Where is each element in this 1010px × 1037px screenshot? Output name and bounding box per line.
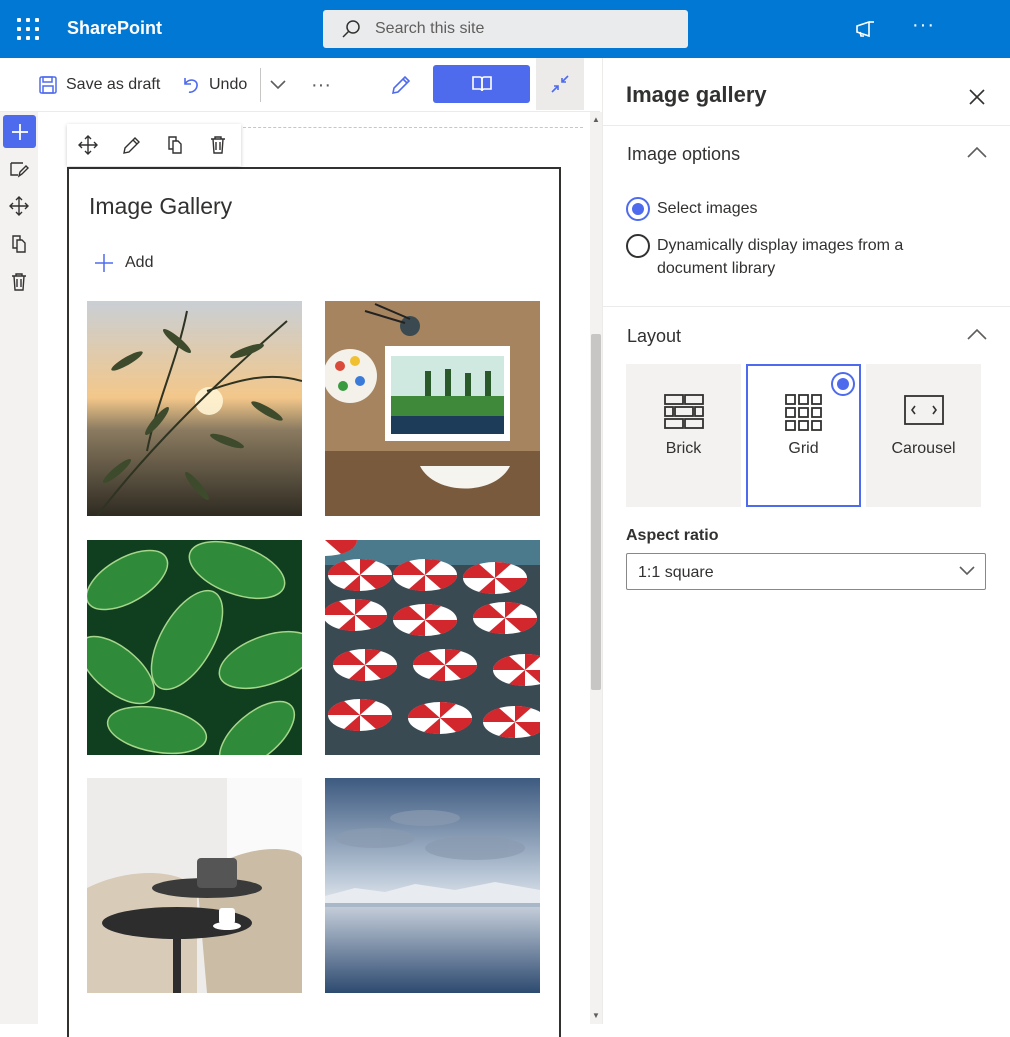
app-launcher-icon[interactable] xyxy=(14,15,42,43)
brand-name[interactable]: SharePoint xyxy=(67,18,162,39)
copy-icon xyxy=(12,235,26,253)
chevron-up-icon[interactable] xyxy=(966,145,988,159)
duplicate-section-button[interactable] xyxy=(6,231,32,257)
undo-dropdown-button[interactable] xyxy=(270,58,294,112)
image-options-heading[interactable]: Image options xyxy=(627,144,740,165)
radio-button[interactable] xyxy=(626,197,650,221)
layout-label: Grid xyxy=(788,440,819,457)
edit-button[interactable] xyxy=(390,58,420,112)
scroll-down-icon[interactable]: ▼ xyxy=(592,1011,600,1020)
megaphone-icon[interactable] xyxy=(854,19,878,39)
gallery-image-leaves[interactable] xyxy=(87,540,302,755)
move-icon xyxy=(78,135,98,155)
radio-label: Dynamically display images from a docume… xyxy=(657,237,904,277)
chevron-down-icon xyxy=(270,80,286,90)
duplicate-webpart-button[interactable] xyxy=(163,133,187,157)
pencil-icon xyxy=(391,75,411,95)
book-icon xyxy=(471,76,492,92)
more-commands-button[interactable]: ··· xyxy=(311,58,331,112)
collapse-button[interactable] xyxy=(536,58,584,110)
brick-layout-icon xyxy=(663,394,704,429)
webpart-toolbar xyxy=(67,124,241,166)
undo-icon xyxy=(184,78,198,93)
move-icon xyxy=(9,196,29,216)
layout-option-brick[interactable]: Brick xyxy=(626,364,741,507)
edit-section-icon xyxy=(10,162,29,178)
section-boundary xyxy=(238,127,583,128)
webpart-title[interactable]: Image Gallery xyxy=(89,193,232,220)
gallery-image-umbrellas[interactable] xyxy=(325,540,540,755)
scroll-up-icon[interactable]: ▲ xyxy=(592,115,600,124)
aspect-ratio-label: Aspect ratio xyxy=(626,527,719,544)
add-section-button[interactable] xyxy=(3,115,36,148)
radio-select-images[interactable]: Select images xyxy=(626,197,758,221)
delete-section-button[interactable] xyxy=(6,269,32,295)
trash-icon xyxy=(12,273,26,291)
divider xyxy=(603,306,1010,307)
add-label: Add xyxy=(125,254,154,271)
carousel-layout-icon xyxy=(903,395,944,425)
save-icon xyxy=(39,76,57,94)
search-placeholder: Search this site xyxy=(375,20,485,37)
gallery-image-olive[interactable] xyxy=(87,301,302,516)
pane-title: Image gallery xyxy=(626,82,767,107)
delete-webpart-button[interactable] xyxy=(206,133,230,157)
aspect-ratio-value: 1:1 square xyxy=(638,564,714,581)
radio-label: Select images xyxy=(657,200,758,217)
layout-option-carousel[interactable]: Carousel xyxy=(866,364,981,507)
undo-label: Undo xyxy=(209,76,248,93)
grid-layout-icon xyxy=(784,394,822,431)
copy-icon xyxy=(168,136,182,154)
radio-dynamic-images[interactable]: Dynamically display images from a docume… xyxy=(626,234,937,280)
gallery-image-painting[interactable] xyxy=(325,301,540,516)
command-separator xyxy=(260,68,261,102)
trash-icon xyxy=(211,136,225,154)
undo-button[interactable]: Undo xyxy=(181,58,247,112)
save-draft-button[interactable]: Save as draft xyxy=(38,58,160,112)
suite-bar: SharePoint Search this site ··· xyxy=(0,0,1010,58)
layout-label: Brick xyxy=(665,440,702,457)
gallery-image-lake[interactable] xyxy=(325,778,540,993)
gallery-image-cafe[interactable] xyxy=(87,778,302,993)
layout-heading[interactable]: Layout xyxy=(627,326,681,347)
preview-button[interactable] xyxy=(433,65,530,103)
search-input[interactable]: Search this site xyxy=(323,10,688,48)
chevron-down-icon xyxy=(959,566,975,576)
plus-icon xyxy=(11,123,28,140)
edit-section-button[interactable] xyxy=(6,156,32,182)
chevron-up-icon[interactable] xyxy=(966,327,988,341)
search-icon xyxy=(342,20,360,38)
save-draft-label: Save as draft xyxy=(66,76,161,93)
selected-check-icon xyxy=(831,372,855,396)
move-webpart-button[interactable] xyxy=(76,133,100,157)
edit-webpart-button[interactable] xyxy=(120,133,144,157)
pencil-icon xyxy=(123,137,140,154)
canvas-scrollbar[interactable]: ▲ ▼ xyxy=(590,112,602,1024)
scrollbar-thumb[interactable] xyxy=(591,334,601,690)
add-image-button[interactable]: Add xyxy=(94,253,153,273)
collapse-icon xyxy=(551,75,569,93)
radio-button[interactable] xyxy=(626,234,650,258)
close-icon[interactable] xyxy=(966,86,988,108)
aspect-ratio-dropdown[interactable]: 1:1 square xyxy=(626,553,986,590)
plus-icon xyxy=(95,254,113,272)
move-section-button[interactable] xyxy=(6,193,32,219)
layout-label: Carousel xyxy=(891,440,956,457)
layout-option-grid[interactable]: Grid xyxy=(746,364,861,507)
divider xyxy=(603,125,1010,126)
suite-more-button[interactable]: ··· xyxy=(912,14,935,37)
